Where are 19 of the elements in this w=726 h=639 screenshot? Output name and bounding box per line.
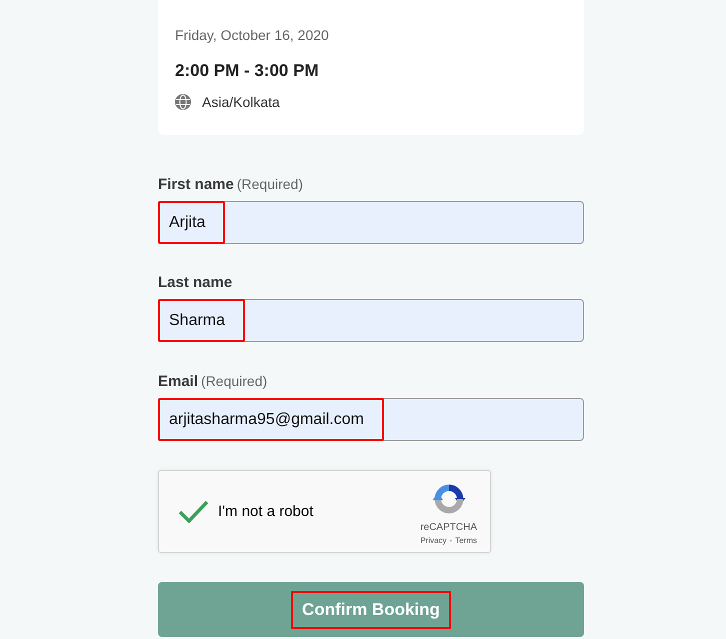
required-note: (Required) [201,372,268,391]
required-note: (Required) [236,175,303,194]
input-field[interactable]: Sharma [158,299,584,342]
event-timezone: Asia/Kolkata [202,93,280,112]
checkmark-icon[interactable] [178,500,209,523]
field-label: Last name [158,273,232,293]
circular-arrows-icon [432,482,466,516]
field-label: First name [158,175,234,195]
privacy-link[interactable]: Privacy [420,536,447,546]
input-field[interactable]: Arjita [158,201,584,244]
terms-link[interactable]: Terms [455,536,477,546]
event-time: 2:00 PM - 3:00 PM [175,60,319,82]
captcha-label: I'm not a robot [218,503,314,520]
event-date: Friday, October 16, 2020 [175,26,329,45]
field-label: Email [158,372,198,392]
separator-text: - [450,536,452,546]
globe-icon [175,94,191,110]
input-field[interactable]: arjitasharma95@gmail.com [158,398,584,441]
captcha-brand: reCAPTCHA [420,522,477,534]
